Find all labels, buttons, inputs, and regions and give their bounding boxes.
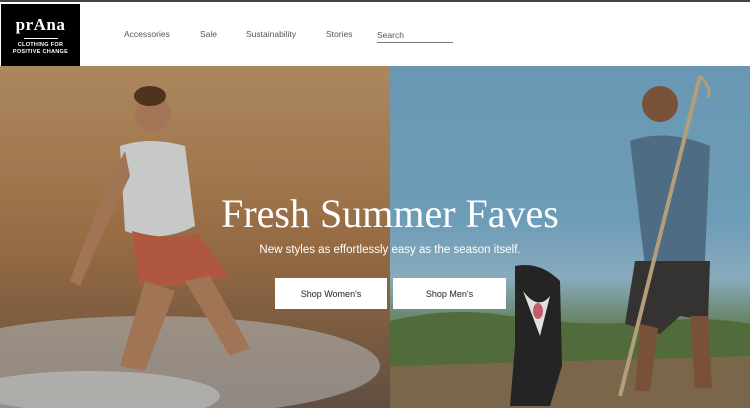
site-header: prAna CLOTHING FOR POSITIVE CHANGE Acces…: [0, 2, 750, 67]
search-input[interactable]: [377, 28, 453, 43]
hero-overlay: [0, 66, 750, 408]
shop-mens-button[interactable]: Shop Men's: [393, 278, 506, 309]
nav-sale[interactable]: Sale: [200, 29, 217, 39]
hero-banner: Fresh Summer Faves New styles as effortl…: [0, 66, 750, 408]
logo-tagline-1: CLOTHING FOR: [17, 42, 64, 48]
logo-wordmark: prAna: [15, 15, 66, 34]
hero-headline: Fresh Summer Faves: [221, 191, 559, 236]
nav-stories[interactable]: Stories: [326, 29, 352, 39]
logo-divider: [23, 38, 58, 39]
nav-sustainability[interactable]: Sustainability: [246, 29, 296, 39]
brand-logo[interactable]: prAna CLOTHING FOR POSITIVE CHANGE: [1, 4, 80, 67]
hero-subheadline: New styles as effortlessly easy as the s…: [259, 244, 521, 256]
logo-tagline-2: POSITIVE CHANGE: [12, 49, 69, 55]
nav-accessories[interactable]: Accessories: [124, 29, 170, 39]
shop-womens-button[interactable]: Shop Women's: [275, 278, 387, 309]
